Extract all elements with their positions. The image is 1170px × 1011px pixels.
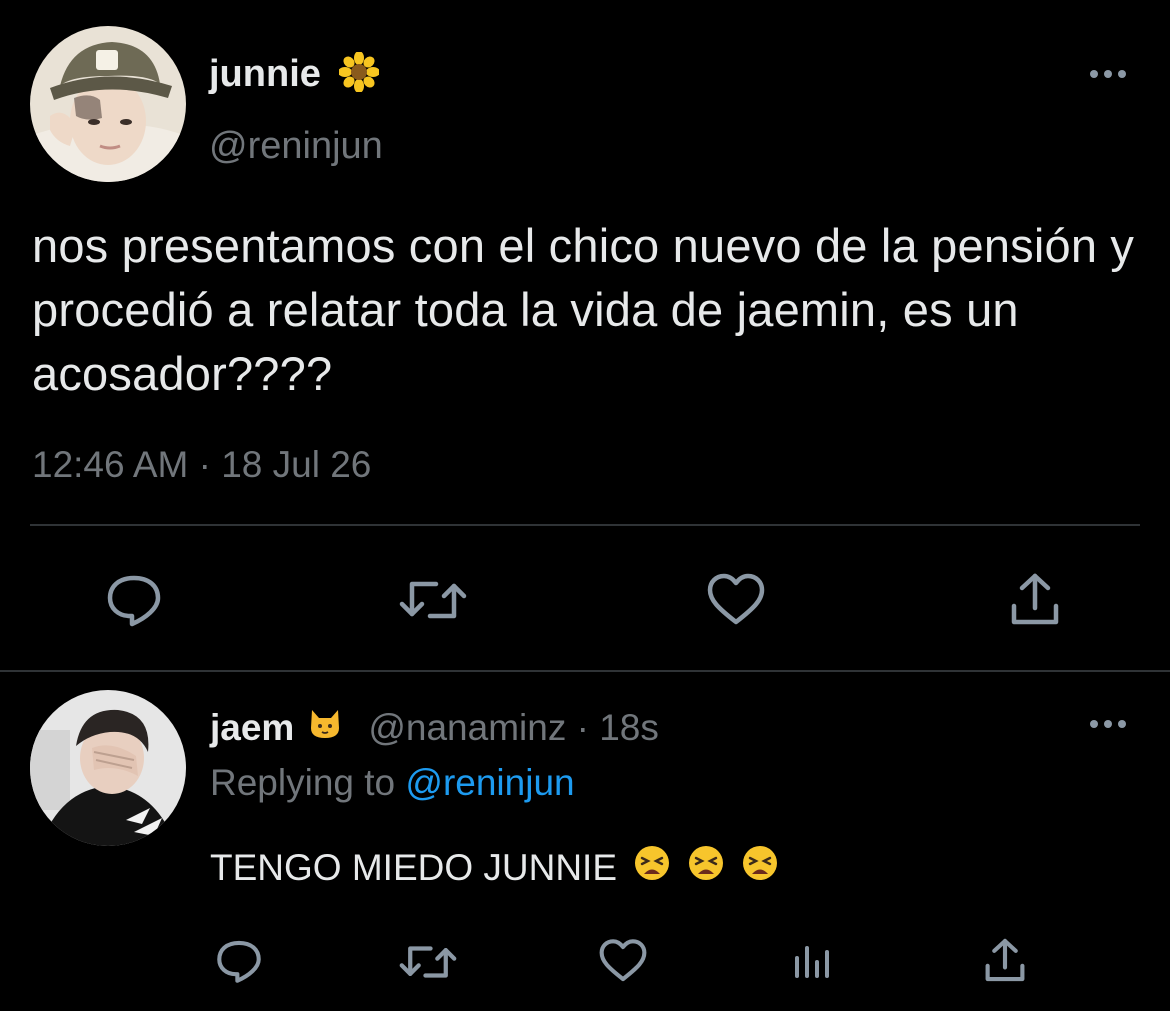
tired-face-icon	[633, 844, 671, 891]
display-name[interactable]: junnie	[209, 51, 381, 102]
handle-and-time[interactable]: @nanaminz · 18s	[368, 707, 659, 749]
avatar[interactable]	[30, 26, 186, 182]
sunflower-icon	[338, 51, 381, 102]
handle[interactable]: @reninjun	[209, 125, 383, 168]
reply-icon[interactable]	[214, 938, 264, 984]
reply-icon[interactable]	[104, 572, 164, 628]
reply-text: TENGO MIEDO JUNNIE	[210, 844, 779, 891]
replying-to: Replying to @reninjun	[210, 762, 575, 804]
more-options-icon[interactable]	[1088, 716, 1128, 732]
timestamp[interactable]: 12:46 AM · 18 Jul 26	[32, 444, 371, 486]
display-name-text: junnie	[209, 53, 321, 95]
main-tweet: junnie @reninjun nos presentamos con el …	[0, 0, 1170, 672]
divider	[30, 524, 1140, 526]
replying-to-label: Replying to	[210, 762, 396, 803]
reply-header: jaem @nanaminz · 18s	[210, 706, 659, 749]
like-icon[interactable]	[598, 938, 648, 984]
like-icon[interactable]	[706, 572, 766, 628]
cat-face-icon	[308, 706, 342, 749]
reply-text-content: TENGO MIEDO JUNNIE	[210, 846, 618, 888]
retweet-icon[interactable]	[398, 940, 458, 984]
analytics-icon[interactable]	[792, 940, 832, 980]
tired-face-icon	[687, 844, 725, 891]
tweet-text: nos presentamos con el chico nuevo de la…	[32, 219, 1135, 400]
avatar[interactable]	[30, 690, 186, 846]
display-name[interactable]: jaem	[210, 707, 294, 749]
divider	[0, 670, 1170, 672]
share-icon[interactable]	[982, 936, 1028, 984]
tired-face-icon	[741, 844, 779, 891]
share-icon[interactable]	[1008, 570, 1062, 628]
replying-to-mention[interactable]: @reninjun	[405, 762, 574, 803]
retweet-icon[interactable]	[398, 574, 468, 626]
more-options-icon[interactable]	[1088, 66, 1128, 82]
